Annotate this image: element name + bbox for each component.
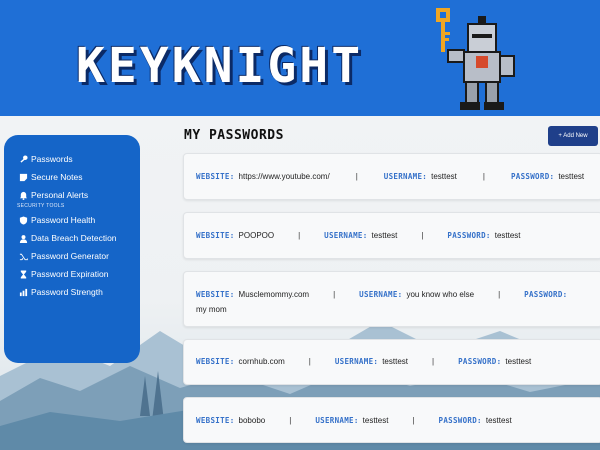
username-label: USERNAME: <box>334 357 379 366</box>
password-value: testtest <box>505 357 532 366</box>
bar-chart-icon <box>18 287 28 297</box>
sidebar-item-secure-notes[interactable]: Secure Notes <box>18 168 140 186</box>
password-value: testtest <box>558 172 585 181</box>
knight-mascot-icon <box>436 8 515 110</box>
password-value: testtest <box>494 231 521 240</box>
sidebar-item-label: Password Generator <box>31 251 109 261</box>
sidebar-item-password-expiration[interactable]: Password Expiration <box>18 265 140 283</box>
username-value: you know who else <box>406 290 475 299</box>
sidebar-item-personal-alerts[interactable]: Personal Alerts <box>18 186 140 204</box>
password-card[interactable]: WEBSITE: https://www.youtube.com/ | USERNAM… <box>183 153 600 200</box>
separator: | <box>412 416 415 425</box>
credential-row: WEBSITE: bobobo | USERNAME: testtest | PASSWOR… <box>196 416 512 425</box>
separator: | <box>308 357 311 366</box>
sidebar-item-label: Password Expiration <box>31 269 109 279</box>
sidebar-item-password-health[interactable]: Password Health <box>18 211 140 229</box>
app-header: KEYKNIGHT <box>0 0 600 116</box>
sidebar-item-passwords[interactable]: Passwords <box>18 150 140 168</box>
sidebar-item-label: Password Health <box>31 215 96 225</box>
username-label: USERNAME: <box>315 416 359 425</box>
website-label: WEBSITE: <box>196 416 235 425</box>
separator: | <box>421 231 424 240</box>
sidebar-item-label: Password Strength <box>31 287 103 297</box>
username-label: USERNAME: <box>324 231 368 240</box>
password-card[interactable]: WEBSITE: cornhub.com | USERNAME: testtest | PA… <box>183 339 600 385</box>
sidebar-item-password-strength[interactable]: Password Strength <box>18 283 140 301</box>
page-title: MY PASSWORDS <box>184 128 284 143</box>
password-label: PASSWORD: <box>447 231 491 240</box>
shield-icon <box>18 215 28 225</box>
section-label-security-tools: SECURITY TOOLS <box>17 203 65 209</box>
sidebar-item-label: Personal Alerts <box>31 190 89 200</box>
sidebar-item-label: Data Breach Detection <box>31 233 117 243</box>
website-label: WEBSITE: <box>196 357 235 366</box>
password-label: PASSWORD: <box>524 290 568 299</box>
separator: | <box>289 416 292 425</box>
sidebar: Passwords Secure Notes Personal Alerts S… <box>4 135 140 363</box>
add-new-button[interactable]: + Add New <box>548 126 598 146</box>
separator: | <box>498 290 501 299</box>
bell-icon <box>18 190 28 200</box>
password-value-wrapped: my mom <box>196 305 227 314</box>
password-value: my mom <box>196 305 227 314</box>
username-value: testtest <box>382 357 408 366</box>
user-secret-icon <box>18 233 28 243</box>
password-value: testtest <box>485 416 512 425</box>
key-icon <box>18 154 28 164</box>
sidebar-item-password-generator[interactable]: Password Generator <box>18 247 140 265</box>
app-logo-text: KEYKNIGHT <box>76 38 364 94</box>
sidebar-item-label: Passwords <box>31 154 73 164</box>
website-label: WEBSITE: <box>196 231 235 240</box>
username-value: testtest <box>431 172 457 181</box>
credential-row: WEBSITE: cornhub.com | USERNAME: testtest | PA… <box>196 357 531 366</box>
website-value: bobobo <box>238 416 266 425</box>
username-value: testtest <box>371 231 398 240</box>
separator: | <box>298 231 301 240</box>
password-card[interactable]: WEBSITE: POOPOO | USERNAME: testtest | PASSWOR… <box>183 212 600 259</box>
credential-row: WEBSITE: https://www.youtube.com/ | USERNAM… <box>196 172 584 181</box>
separator: | <box>355 172 358 181</box>
note-icon <box>18 172 28 182</box>
website-value: https://www.youtube.com/ <box>238 172 330 181</box>
password-label: PASSWORD: <box>438 416 482 425</box>
password-card[interactable]: WEBSITE: Musclemommy.com | USERNAME: you kno… <box>183 271 600 327</box>
website-value: POOPOO <box>238 231 275 240</box>
username-label: USERNAME: <box>383 172 428 181</box>
password-label: PASSWORD: <box>510 172 555 181</box>
password-label: PASSWORD: <box>458 357 502 366</box>
separator: | <box>333 290 336 299</box>
shuffle-icon <box>18 251 28 261</box>
website-value: Musclemommy.com <box>238 290 310 299</box>
credential-row: WEBSITE: POOPOO | USERNAME: testtest | PASSWOR… <box>196 231 521 240</box>
sidebar-item-label: Secure Notes <box>31 172 83 182</box>
sidebar-item-data-breach-detection[interactable]: Data Breach Detection <box>18 229 140 247</box>
hourglass-icon <box>18 269 28 279</box>
password-card[interactable]: WEBSITE: bobobo | USERNAME: testtest | PASSWOR… <box>183 397 600 443</box>
website-value: cornhub.com <box>238 357 285 366</box>
website-label: WEBSITE: <box>196 290 235 299</box>
username-value: testtest <box>362 416 389 425</box>
website-label: WEBSITE: <box>196 172 235 181</box>
separator: | <box>482 172 485 181</box>
separator: | <box>432 357 435 366</box>
credential-row: WEBSITE: Musclemommy.com | USERNAME: you kno… <box>196 290 572 299</box>
username-label: USERNAME: <box>359 290 403 299</box>
